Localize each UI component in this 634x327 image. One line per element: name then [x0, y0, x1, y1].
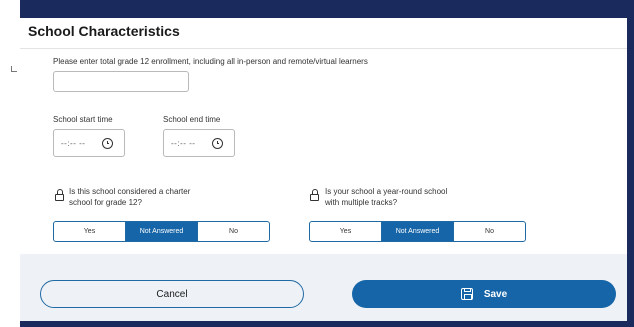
lock-icon — [310, 189, 319, 201]
charter-option-yes[interactable]: Yes — [54, 222, 126, 241]
floppy-disk-icon — [460, 288, 473, 300]
cancel-button[interactable]: Cancel — [40, 280, 304, 308]
end-time-label: School end time — [163, 115, 221, 124]
year-round-option-no[interactable]: No — [454, 222, 525, 241]
year-round-option-not-answered[interactable]: Not Answered — [382, 222, 454, 241]
charter-question: Is this school considered a charter scho… — [69, 186, 190, 208]
background-page — [0, 0, 20, 327]
end-time-input[interactable]: --:-- -- — [163, 129, 235, 157]
save-label: Save — [483, 288, 508, 300]
title-divider — [20, 48, 627, 49]
charter-option-not-answered[interactable]: Not Answered — [126, 222, 198, 241]
clock-icon[interactable] — [102, 138, 113, 149]
start-time-label: School start time — [53, 115, 113, 124]
year-round-option-yes[interactable]: Yes — [310, 222, 382, 241]
year-round-question-line2: with multiple tracks? — [325, 198, 398, 207]
start-time-input[interactable]: --:-- -- — [53, 129, 125, 157]
year-round-question: Is your school a year-round school with … — [325, 186, 447, 208]
charter-question-line2: school for grade 12? — [69, 198, 142, 207]
charter-option-no[interactable]: No — [198, 222, 269, 241]
charter-question-line1: Is this school considered a charter — [69, 187, 191, 196]
form-footer: Cancel Save — [20, 254, 627, 321]
section-title: School Characteristics — [28, 23, 180, 39]
chevron-icon — [11, 66, 17, 72]
enrollment-prompt: Please enter total grade 12 enrollment, … — [53, 57, 368, 66]
save-button[interactable]: Save — [352, 280, 616, 308]
charter-segmented-control: Yes Not Answered No — [53, 221, 270, 242]
year-round-segmented-control: Yes Not Answered No — [309, 221, 526, 242]
year-round-question-line1: Is your school a year-round school — [325, 187, 448, 196]
school-characteristics-panel: School Characteristics Please enter tota… — [20, 18, 627, 321]
lock-icon — [55, 189, 64, 201]
start-time-placeholder: --:-- -- — [61, 139, 86, 148]
end-time-placeholder: --:-- -- — [171, 139, 196, 148]
clock-icon[interactable] — [212, 138, 223, 149]
enrollment-input[interactable] — [53, 71, 189, 92]
